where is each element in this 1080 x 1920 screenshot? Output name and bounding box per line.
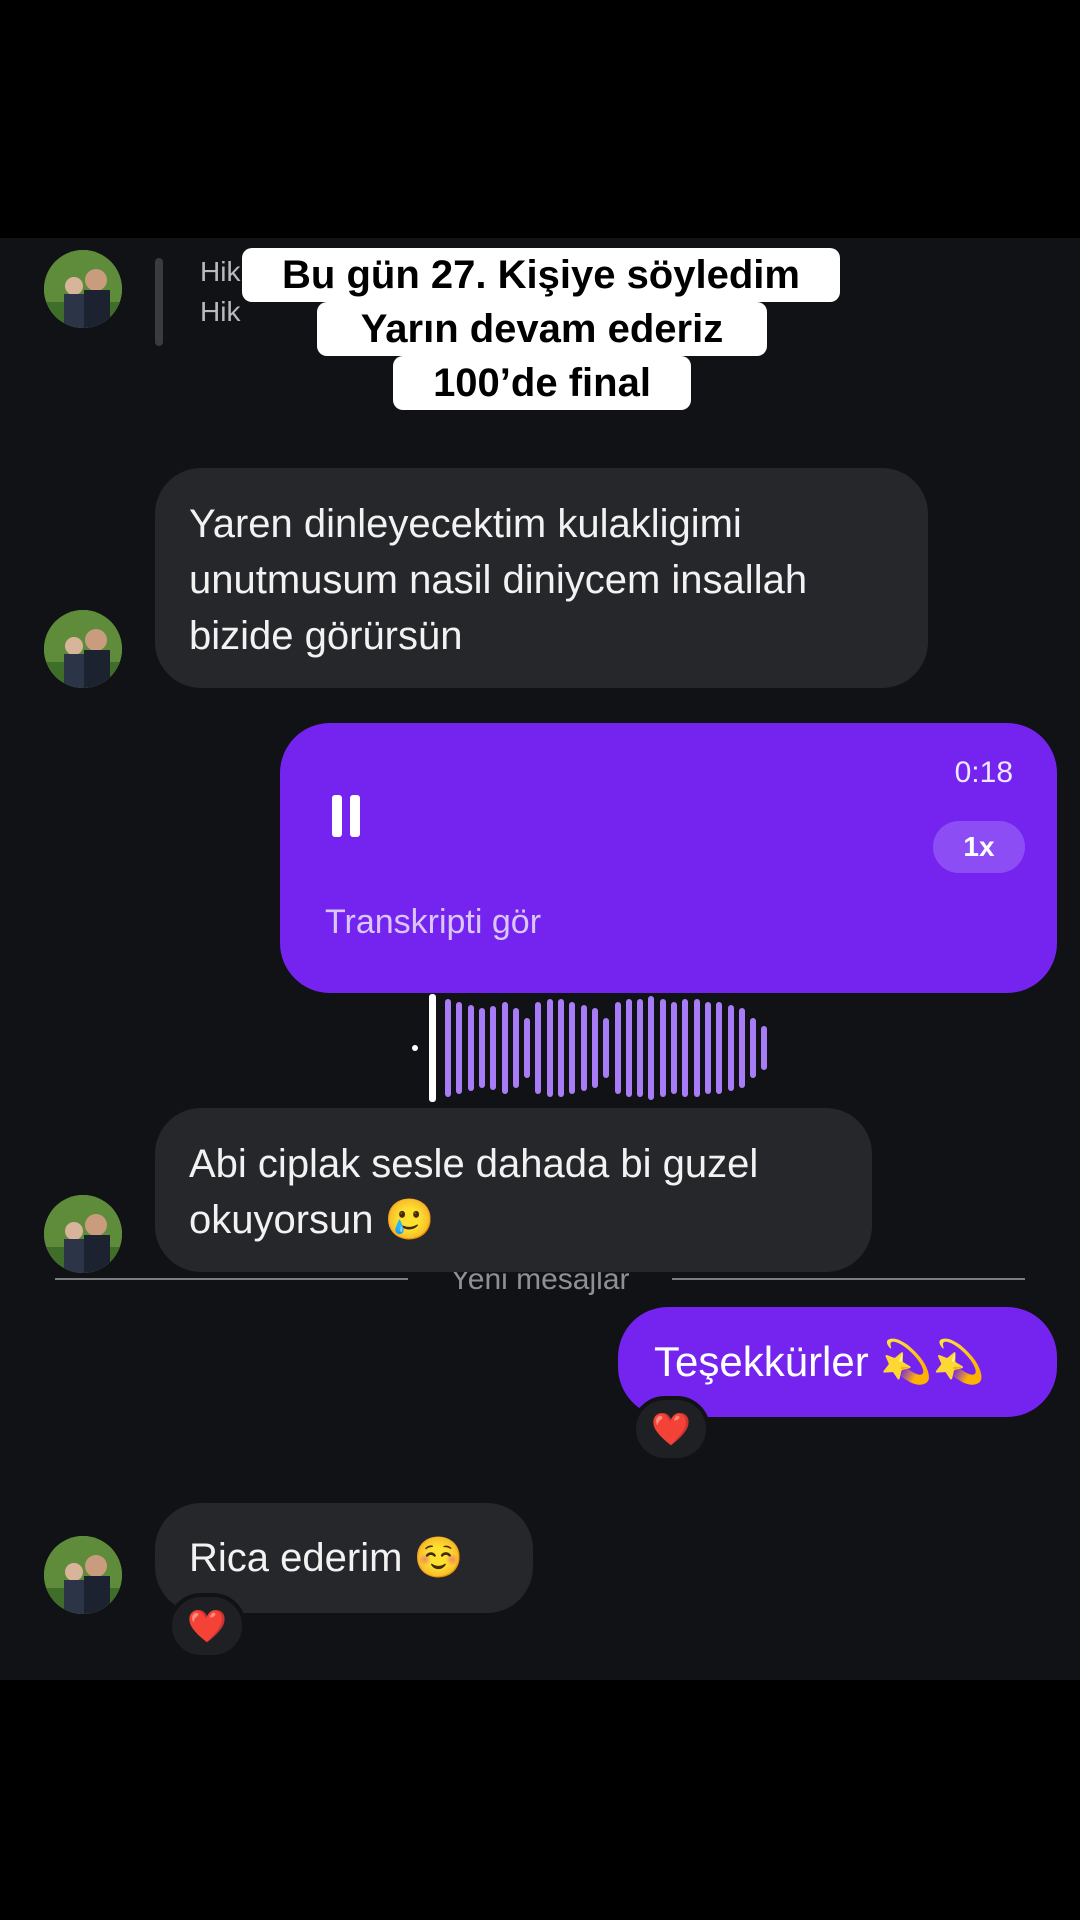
message-line: bizide görürsün xyxy=(189,614,463,658)
divider-right xyxy=(672,1278,1025,1280)
waveform-bar xyxy=(558,999,564,1097)
contact-avatar[interactable] xyxy=(44,1195,122,1273)
waveform-bar xyxy=(738,1008,745,1088)
waveform-bar xyxy=(512,1008,519,1088)
waveform-bar xyxy=(445,999,451,1097)
chat-thread: Hik Hik Bu gün 27. Kişiye söyledim Yarın… xyxy=(0,238,1080,1680)
incoming-message-1[interactable]: Yaren dinleyecektim kulakligimi unutmusu… xyxy=(155,468,928,688)
story-reply-title[interactable]: Hik xyxy=(200,252,240,292)
avatar-photo xyxy=(44,1195,122,1273)
waveform-bar xyxy=(569,1002,576,1094)
contact-avatar[interactable] xyxy=(44,250,122,328)
waveform-bar xyxy=(716,1002,723,1094)
contact-avatar[interactable] xyxy=(44,1536,122,1614)
waveform-bar xyxy=(648,996,655,1100)
waveform-bar xyxy=(580,1005,587,1091)
playhead[interactable] xyxy=(429,994,436,1102)
incoming-message-2[interactable]: Abi ciplak sesle dahada bi guzel okuyors… xyxy=(155,1108,872,1272)
message-line: Yaren dinleyecektim kulakligimi xyxy=(189,502,742,546)
waveform-bar xyxy=(761,1026,768,1070)
waveform-bar xyxy=(625,999,632,1097)
pause-icon[interactable] xyxy=(332,795,362,837)
contact-avatar[interactable] xyxy=(44,610,122,688)
waveform-bar xyxy=(659,999,666,1097)
avatar-photo xyxy=(44,1536,122,1614)
message-line: Abi ciplak sesle dahada bi guzel xyxy=(189,1142,759,1186)
story-reply-subtitle: Hik xyxy=(200,296,241,327)
waveform-bar xyxy=(467,1005,474,1091)
waveform-bar xyxy=(535,1002,542,1094)
waveform-bar xyxy=(704,1002,711,1094)
caption-line-2: Yarın devam ederiz xyxy=(317,302,767,356)
waveform-bar xyxy=(501,1002,508,1094)
waveform-bar xyxy=(693,999,700,1097)
voice-message[interactable]: 0:18 1x Transkripti gör xyxy=(280,723,1057,993)
waveform-bar xyxy=(682,999,689,1097)
message-text: Teşekkürler 💫💫 xyxy=(654,1338,985,1385)
heart-reaction[interactable]: ❤️ xyxy=(168,1593,246,1659)
voice-duration: 0:18 xyxy=(954,756,1013,789)
waveform-bar xyxy=(591,1008,598,1088)
avatar-photo xyxy=(44,610,122,688)
waveform-bar xyxy=(546,999,553,1097)
caption-line-1: Bu gün 27. Kişiye söyledim xyxy=(242,248,840,302)
story-reply-bar xyxy=(155,258,163,346)
transcript-link[interactable]: Transkripti gör xyxy=(325,899,541,945)
caption-line-3: 100’de final xyxy=(393,356,691,410)
waveform-bar xyxy=(750,1018,757,1078)
waveform-bar xyxy=(614,1002,621,1094)
waveform-bar xyxy=(524,1018,531,1078)
message-line: unutmusum nasil diniycem insallah xyxy=(189,558,808,602)
heart-reaction[interactable]: ❤️ xyxy=(632,1396,710,1462)
waveform-bar xyxy=(478,1008,485,1088)
waveform-bar xyxy=(456,1002,463,1094)
message-text: Rica ederim ☺️ xyxy=(189,1536,464,1580)
waveform-bar xyxy=(603,1018,610,1078)
playback-speed-button[interactable]: 1x xyxy=(933,821,1025,873)
avatar-photo xyxy=(44,250,122,328)
waveform-bar xyxy=(727,1005,734,1091)
playhead-dot xyxy=(412,1045,418,1051)
message-line: okuyorsun 🥲 xyxy=(189,1198,435,1242)
waveform-bar xyxy=(671,1002,677,1094)
waveform-bar xyxy=(490,1006,497,1090)
waveform-bar xyxy=(637,999,644,1097)
